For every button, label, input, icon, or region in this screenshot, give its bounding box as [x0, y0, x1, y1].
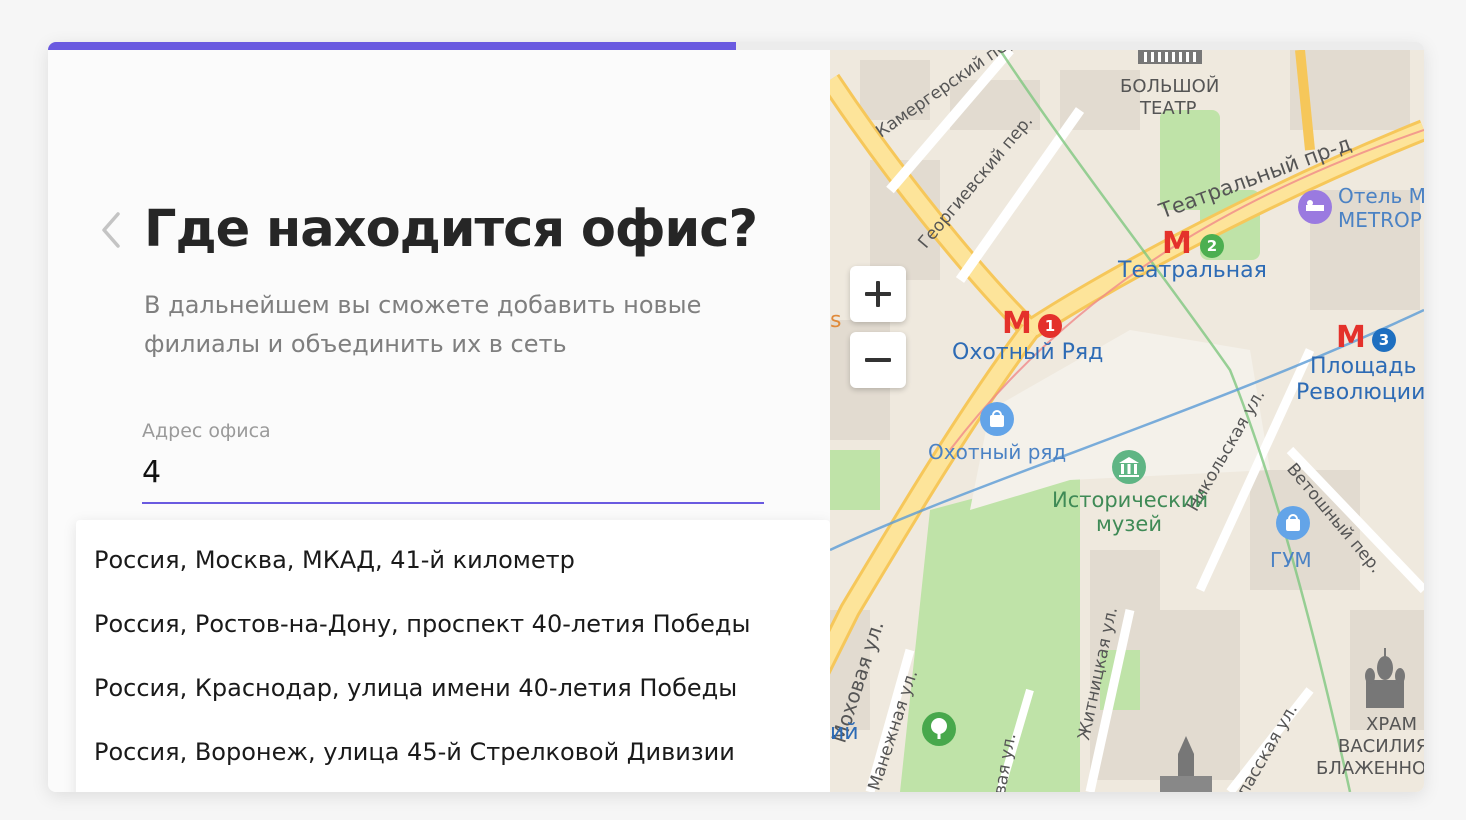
plus-icon-vertical [876, 281, 880, 307]
suggestion-item[interactable]: Россия, Ростов-на-Дону, проспект 40-лети… [94, 610, 750, 638]
suggestion-item[interactable]: Россия, Воронеж, улица 45-й Стрелковой Д… [94, 738, 735, 766]
shopping-bag-icon[interactable] [980, 402, 1014, 436]
poi-label: ВАСИЛИЯ [1338, 736, 1424, 757]
kremlin-tower-icon [1160, 736, 1212, 792]
suggestions-dropdown: Россия, Москва, МКАД, 41-й километр Росс… [76, 520, 830, 792]
page-title: Где находится офис? [144, 200, 758, 259]
poi-label: ТЕАТР [1140, 98, 1197, 119]
poi-label: ГУМ [1270, 548, 1312, 572]
minus-icon [865, 358, 891, 362]
onboarding-card: Где находится офис? В дальнейшем вы смож… [48, 42, 1424, 792]
suggestion-item[interactable]: Россия, Москва, МКАД, 41-й километр [94, 546, 575, 574]
metro-station-label[interactable]: Охотный Ряд [952, 340, 1103, 365]
metro-icon: M [1336, 320, 1366, 355]
address-underline [142, 502, 764, 504]
metro-station-label[interactable]: Площадь [1310, 354, 1416, 379]
zoom-in-button[interactable] [850, 266, 906, 322]
poi-label: БОЛЬШОЙ [1120, 76, 1220, 97]
metro-station-label[interactable]: Театральная [1118, 258, 1267, 283]
street-label: ий [830, 720, 859, 745]
address-input[interactable] [142, 450, 762, 494]
metro-icon: M [1002, 306, 1032, 341]
cathedral-icon [1365, 648, 1405, 708]
street-label: s [830, 308, 842, 333]
address-label: Адрес офиса [142, 420, 271, 442]
back-chevron-icon[interactable] [98, 210, 124, 250]
map-view[interactable]: Камергерский пер. Георгиевский пер. Теат… [830, 50, 1424, 792]
poi-label: БЛАЖЕННО [1316, 758, 1424, 779]
zoom-out-button[interactable] [850, 332, 906, 388]
tree-icon[interactable] [922, 712, 956, 746]
museum-icon[interactable] [1112, 450, 1146, 484]
page-subtitle: В дальнейшем вы сможете добавить новые ф… [144, 291, 702, 358]
metro-line-badge: 3 [1372, 328, 1396, 352]
poi-label: METROP [1338, 208, 1422, 232]
poi-label: ХРАМ [1366, 714, 1418, 735]
form-panel: Где находится офис? В дальнейшем вы смож… [48, 50, 830, 792]
poi-label: Исторический [1052, 488, 1209, 512]
poi-label: музей [1096, 512, 1163, 536]
hotel-icon[interactable] [1298, 190, 1332, 224]
poi-label: Охотный ряд [928, 440, 1067, 464]
progress-bar [48, 42, 1424, 50]
shopping-bag-icon[interactable] [1276, 506, 1310, 540]
suggestion-item[interactable]: Россия, Краснодар, улица имени 40-летия … [94, 674, 737, 702]
metro-station-label[interactable]: Революции [1296, 380, 1424, 405]
metro-icon: M [1162, 226, 1192, 261]
progress-fill [48, 42, 736, 50]
theatre-icon [1138, 50, 1202, 64]
metro-line-badge: 2 [1200, 234, 1224, 258]
poi-label: Отель М [1338, 184, 1424, 208]
metro-line-badge: 1 [1038, 314, 1062, 338]
